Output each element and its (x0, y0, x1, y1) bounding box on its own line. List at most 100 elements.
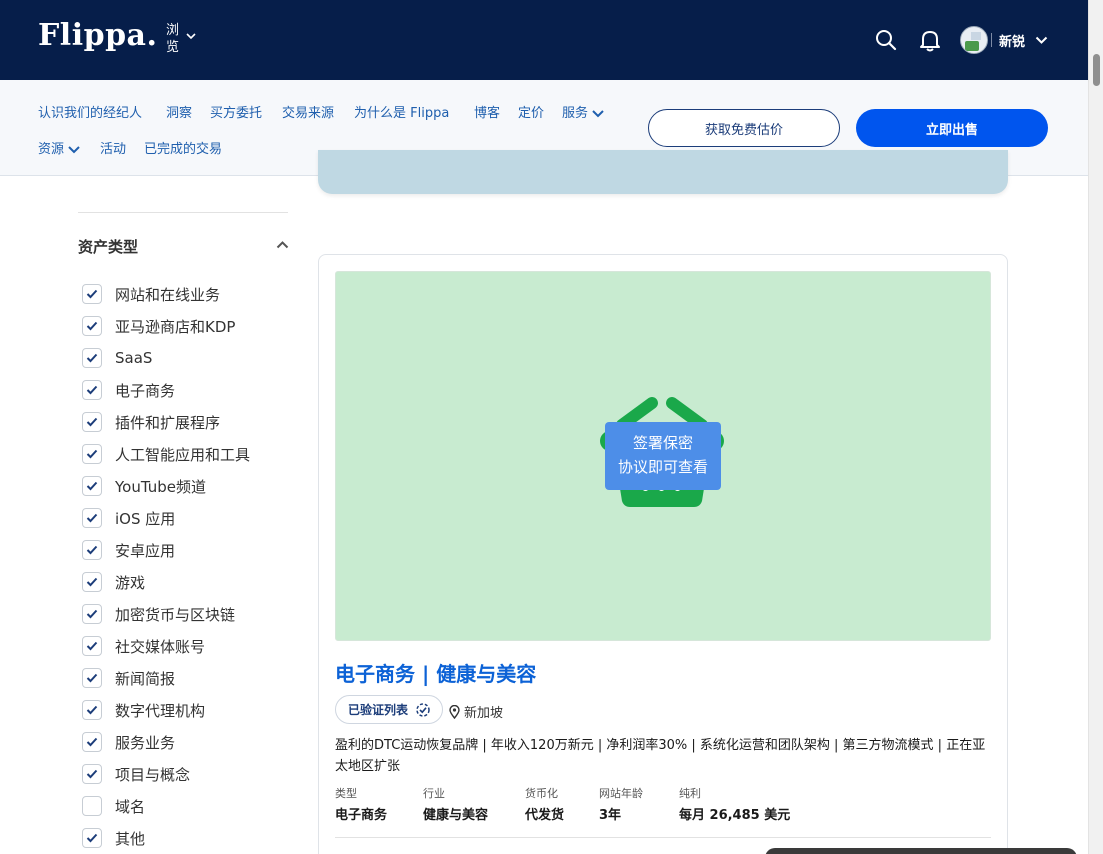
filter-checkbox[interactable] (82, 316, 102, 336)
floating-bottom-bar[interactable] (765, 848, 1077, 854)
chevron-down-icon[interactable] (186, 33, 196, 40)
check-icon (86, 833, 98, 843)
filter-checkbox[interactable] (82, 380, 102, 400)
chevron-down-icon[interactable] (1035, 36, 1048, 45)
asset-type-filter[interactable]: 插件和扩展程序 (82, 411, 220, 433)
filter-checkbox[interactable] (82, 284, 102, 304)
sell-now-button[interactable]: 立即出售 (856, 109, 1048, 147)
filter-checkbox[interactable] (82, 508, 102, 528)
verified-label: 已验证列表 (348, 703, 409, 717)
header-divider (991, 33, 992, 47)
asset-type-filter[interactable]: 新闻简报 (82, 667, 175, 689)
nav-link-insights[interactable]: 洞察 (166, 102, 192, 121)
asset-type-filter[interactable]: 域名 (82, 795, 145, 817)
bell-icon[interactable] (919, 28, 941, 52)
asset-type-filter[interactable]: 电子商务 (82, 379, 175, 401)
user-avatar[interactable] (960, 26, 988, 54)
filter-label: 项目与概念 (115, 765, 191, 784)
free-valuation-button[interactable]: 获取免费估价 (648, 109, 840, 147)
filter-checkbox[interactable] (82, 604, 102, 624)
previous-listing-card[interactable] (318, 150, 1008, 194)
asset-type-filter[interactable]: 项目与概念 (82, 763, 190, 785)
nav-link-brokers[interactable]: 认识我们的经纪人 (38, 102, 142, 121)
listing-title[interactable]: 电子商务 | 健康与美容 (335, 658, 536, 687)
nav-link-events[interactable]: 活动 (100, 138, 126, 157)
nav-link-buyer-mandate[interactable]: 买方委托 (210, 102, 262, 121)
filter-checkbox[interactable] (82, 828, 102, 848)
filter-label: 电子商务 (115, 381, 176, 400)
meta-type-value: 电子商务 (335, 808, 388, 823)
nav-link-completed-deals[interactable]: 已完成的交易 (144, 138, 222, 157)
filter-checkbox[interactable] (82, 700, 102, 720)
nav-link-pricing[interactable]: 定价 (518, 102, 544, 121)
asset-type-filter[interactable]: 服务业务 (82, 731, 175, 753)
meta-site-age-value: 3年 (599, 808, 622, 823)
nav-link-blog[interactable]: 博客 (474, 102, 500, 121)
nav-link-why-flippa[interactable]: 为什么是 Flippa (354, 102, 449, 121)
nav-link-services[interactable]: 服务 (562, 102, 604, 121)
check-icon (86, 417, 98, 427)
filter-checkbox[interactable] (82, 348, 102, 368)
check-icon (86, 513, 98, 523)
search-icon[interactable] (875, 29, 897, 51)
asset-type-filter[interactable]: 游戏 (82, 571, 145, 593)
asset-type-filter[interactable]: YouTube频道 (82, 475, 206, 497)
check-icon (86, 705, 98, 715)
listing-description: 盈利的DTC运动恢复品牌 | 年收入120万新元 | 净利润率30% | 系统化… (335, 738, 986, 774)
check-icon (86, 737, 98, 747)
filter-label: 服务业务 (115, 733, 176, 752)
filter-checkbox[interactable] (82, 444, 102, 464)
filter-checkbox[interactable] (82, 764, 102, 784)
filter-checkbox[interactable] (82, 572, 102, 592)
filter-checkbox[interactable] (82, 412, 102, 432)
filter-checkbox[interactable] (82, 732, 102, 752)
meta-site-age-label: 网站年龄 (599, 787, 643, 800)
verified-listing-badge[interactable]: 已验证列表 (335, 695, 444, 724)
scrollbar-thumb[interactable] (1093, 54, 1100, 86)
filter-checkbox[interactable] (82, 476, 102, 496)
asset-type-filter[interactable]: 加密货币与区块链 (82, 603, 235, 625)
top-navbar: Flippa. 浏览 新锐 (0, 0, 1088, 80)
asset-type-filter[interactable]: 其他 (82, 827, 145, 849)
asset-type-filter[interactable]: 亚马逊商店和KDP (82, 315, 235, 337)
meta-monetization-value: 代发货 (525, 808, 565, 823)
verified-badge-icon (416, 702, 430, 717)
filter-checkbox[interactable] (82, 636, 102, 656)
chevron-up-icon[interactable] (276, 240, 289, 249)
nav-link-deal-sourcing[interactable]: 交易来源 (282, 102, 334, 121)
username-label[interactable]: 新锐 (999, 31, 1025, 50)
check-icon (86, 449, 98, 459)
asset-type-filter[interactable]: 数字代理机构 (82, 699, 205, 721)
location-pin-icon (449, 704, 460, 719)
location-label: 新加坡 (464, 706, 504, 721)
asset-type-filter[interactable]: 安卓应用 (82, 539, 175, 561)
filter-checkbox[interactable] (82, 796, 102, 816)
filter-checkbox[interactable] (82, 540, 102, 560)
check-icon (86, 385, 98, 395)
nav-link-resources-label: 资源 (38, 142, 65, 157)
filter-label: SaaS (115, 349, 153, 367)
asset-type-filter[interactable]: iOS 应用 (82, 507, 175, 529)
filter-label: 插件和扩展程序 (115, 413, 221, 432)
filter-label: 亚马逊商店和KDP (115, 317, 236, 336)
meta-industry-value: 健康与美容 (423, 808, 489, 823)
check-icon (86, 577, 98, 587)
filter-label: YouTube频道 (115, 477, 206, 496)
browse-menu-label[interactable]: 浏览 (166, 22, 180, 56)
check-icon (86, 641, 98, 651)
meta-site-age: 网站年龄 3年 (599, 785, 643, 823)
nda-line-2: 协议即可查看 (617, 458, 708, 476)
asset-type-filter[interactable]: 社交媒体账号 (82, 635, 205, 657)
meta-net-profit-label: 纯利 (679, 787, 701, 800)
nda-required-badge[interactable]: 签署保密 协议即可查看 (605, 422, 721, 490)
nav-link-resources[interactable]: 资源 (38, 138, 80, 157)
asset-type-filter[interactable]: 人工智能应用和工具 (82, 443, 250, 465)
check-icon (86, 353, 98, 363)
asset-type-heading[interactable]: 资产类型 (78, 236, 138, 257)
asset-type-filter[interactable]: SaaS (82, 347, 152, 369)
page-scrollbar[interactable] (1088, 0, 1103, 854)
flippa-logo[interactable]: Flippa. (38, 18, 157, 53)
filter-checkbox[interactable] (82, 668, 102, 688)
asset-type-filter[interactable]: 网站和在线业务 (82, 283, 220, 305)
filter-label: 人工智能应用和工具 (115, 445, 251, 464)
